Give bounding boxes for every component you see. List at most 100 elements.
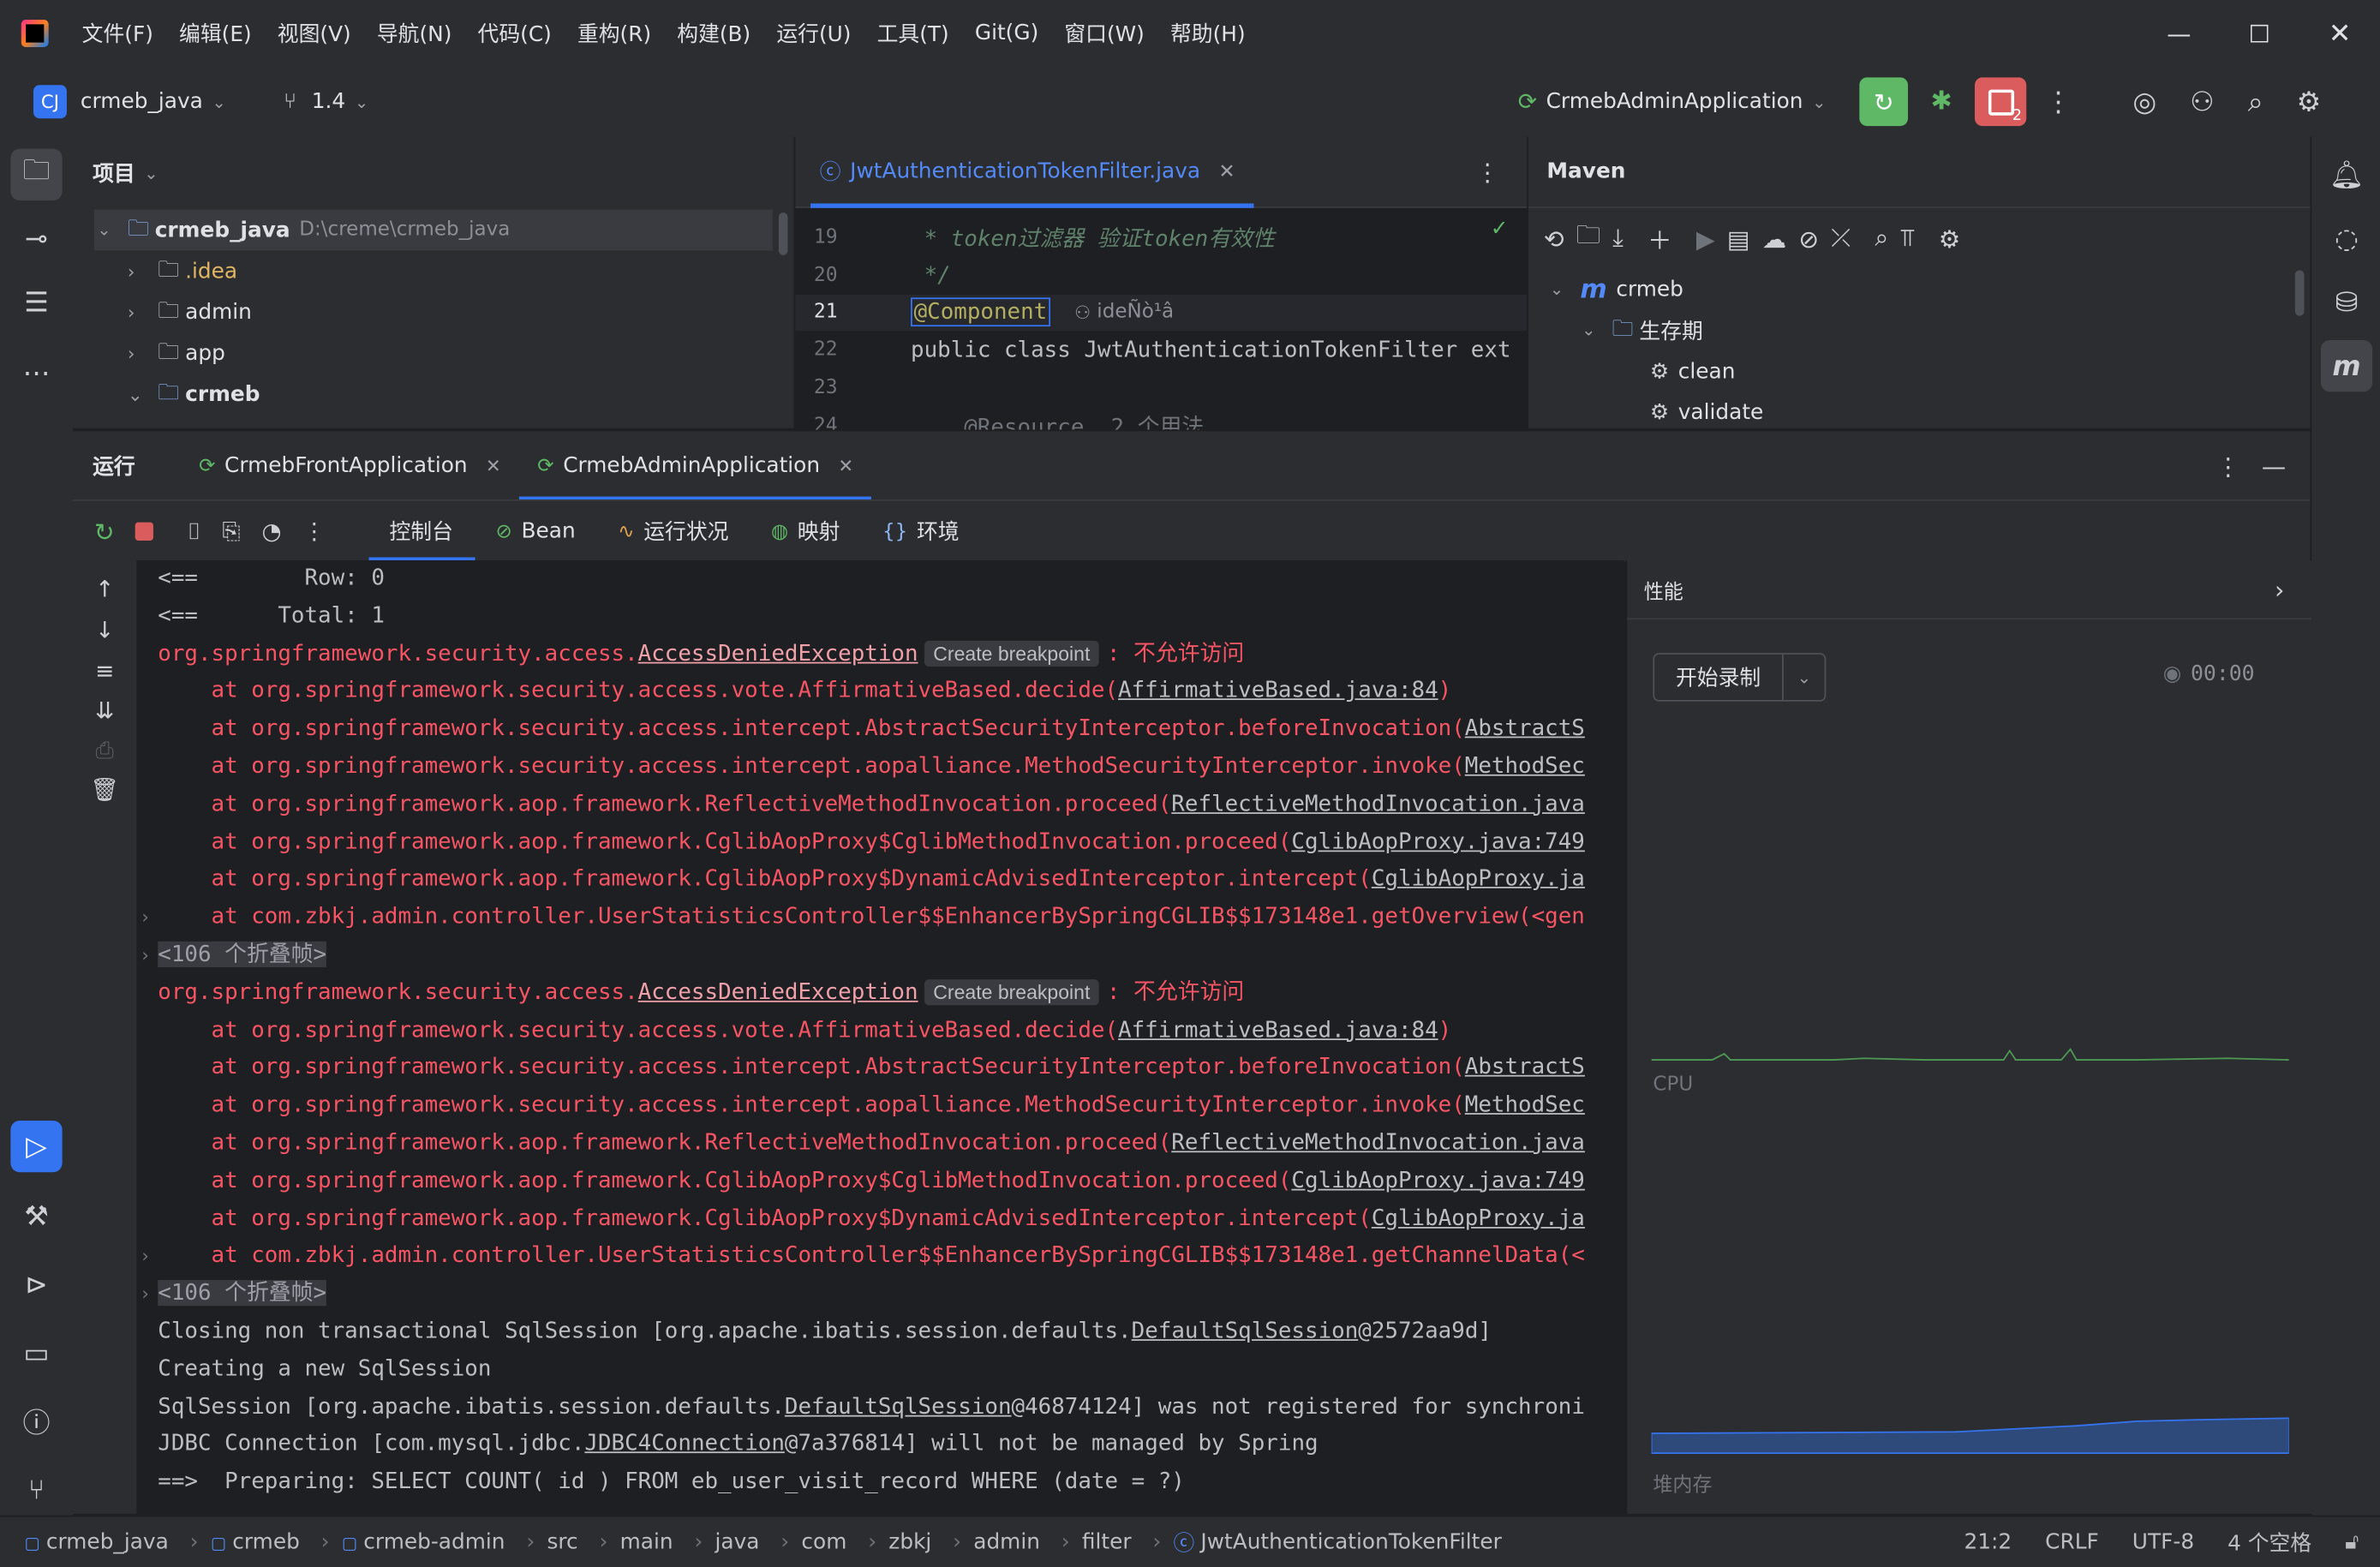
maven-goal[interactable]: ⚙ clean [1528,350,2310,392]
project-switcher[interactable]: CJ crmeb_java ⌄ [33,85,226,119]
hide-panel-icon[interactable]: — [2262,452,2286,481]
scrollbar[interactable] [778,212,788,255]
code-line[interactable]: 20 */ [795,256,1527,294]
run-config-selector[interactable]: ⟳ CrmebAdminApplication ⌄ [1518,88,1827,116]
run-subtab[interactable]: ⊘ Bean [475,501,597,562]
tree-item[interactable]: › 🗀 admin [73,291,794,332]
chevron-right-icon[interactable]: › [2275,575,2284,604]
source-link[interactable]: ReflectiveMethodInvocation.java [1171,1130,1585,1156]
tree-item[interactable]: ⌄ 🗀 crmeb [73,374,794,415]
source-link[interactable]: ReflectiveMethodInvocation.java [1171,791,1585,816]
down-arrow-icon[interactable]: ↓ [73,617,136,644]
more-icon[interactable]: ⋮ [2216,452,2240,481]
source-link[interactable]: AffirmativeBased.java:84 [1118,1017,1438,1043]
source-link[interactable]: CglibAopProxy.java:749 [1291,828,1584,854]
caret-position[interactable]: 21:2 [1964,1530,2012,1554]
reload-icon[interactable]: ⟲ [1544,224,1564,253]
execute-goal-icon[interactable]: ▤ [1727,224,1750,253]
chevron-right-icon[interactable]: › [140,1276,151,1313]
chevron-right-icon[interactable]: › [128,260,158,282]
chevron-right-icon[interactable]: › [128,302,158,323]
project-folder-icon[interactable]: 🗀 [10,148,63,200]
download-icon[interactable]: ⤓ [1612,224,1624,254]
menu-item[interactable]: 窗口(W) [1064,18,1145,48]
reload-folder-icon[interactable]: 🗀 [1576,218,1600,259]
chevron-right-icon[interactable]: › [140,900,151,937]
ai-chat-icon[interactable]: ◌ [2321,212,2372,264]
database-icon[interactable]: ⛁ [2321,277,2372,328]
lock-icon[interactable]: 🔓︎ [2345,1530,2359,1554]
app-logo-icon[interactable] [21,20,49,47]
clear-console-icon[interactable]: 🗑︎ [73,776,136,804]
run-subtab[interactable]: ∿ 运行状况 [596,501,750,562]
add-user-icon[interactable]: ⚇ [2190,86,2215,117]
indent-setting[interactable]: 4 个空格 [2228,1528,2311,1558]
scroll-to-end-icon[interactable]: ⇊ [73,697,136,724]
rerun-icon[interactable]: ↻ [94,517,115,546]
breadcrumb-item[interactable]: crmeb_java [46,1530,169,1554]
chevron-down-icon[interactable]: ⌄ [1582,320,1612,340]
maven-root[interactable]: ⌄ m crmeb [1528,269,2310,310]
run-subtab[interactable]: 控制台 [368,501,475,562]
source-link[interactable]: AbstractS [1465,715,1585,741]
breadcrumb-item[interactable]: crmeb [232,1530,300,1554]
chevron-right-icon[interactable]: › [140,936,151,974]
code-line[interactable]: 19 * token过滤器 验证token有效性 [795,218,1527,256]
up-arrow-icon[interactable]: ↑ [73,576,136,603]
soft-wrap-icon[interactable]: ≡ [73,657,136,685]
run-tool-icon[interactable]: ▷ [10,1120,63,1173]
settings-icon[interactable]: ⚙ [2297,86,2322,117]
maximize-button[interactable]: ☐ [2219,19,2299,48]
editor-tab[interactable]: ⓒ JwtAuthenticationTokenFilter.java ✕ [810,137,1253,208]
breadcrumb-item[interactable]: filter [1082,1530,1132,1554]
menu-item[interactable]: 构建(B) [677,18,750,48]
menu-item[interactable]: 导航(N) [377,18,452,48]
exception-link[interactable]: AccessDeniedException [638,979,918,1005]
menu-item[interactable]: Git(G) [975,21,1038,45]
print-icon[interactable]: ⎙ [73,737,136,764]
source-link[interactable]: CglibAopProxy.ja [1372,1205,1585,1230]
close-tab-icon[interactable]: ✕ [486,456,501,477]
more-actions-icon[interactable]: ⋮ [2045,86,2072,117]
menu-item[interactable]: 重构(R) [577,18,651,48]
source-link[interactable]: CglibAopProxy.ja [1372,866,1585,892]
menu-item[interactable]: 运行(U) [776,18,851,48]
maven-settings-icon[interactable]: ⚙ [1939,224,1960,253]
chevron-down-icon[interactable]: ⌄ [128,384,158,405]
menu-item[interactable]: 文件(F) [82,18,153,48]
terminal-icon[interactable]: ▭ [10,1327,62,1379]
code-line[interactable]: 21 @Component ⚇ ideÑò¹â [795,294,1528,332]
start-recording-button[interactable]: 开始录制 ⌄ [1653,653,1827,702]
run-subtab[interactable]: ◍ 映射 [750,501,861,562]
class-link[interactable]: DefaultSqlSession [785,1393,1012,1419]
menu-item[interactable]: 工具(T) [877,18,949,48]
commit-icon[interactable]: ⊸ [10,212,62,264]
tree-item[interactable]: › 🗀 .idea [73,250,794,291]
menu-item[interactable]: 帮助(H) [1170,18,1246,48]
stop-button[interactable]: 2 [1975,77,2027,127]
menu-item[interactable]: 编辑(E) [179,18,252,48]
chevron-down-icon[interactable]: ⌄ [1784,667,1825,687]
git-icon[interactable]: ⑂ [10,1463,62,1515]
tree-root[interactable]: ⌄ 🗀 crmeb_java D:\creme\crmeb_java [93,209,773,251]
problems-icon[interactable]: ⓘ [10,1396,62,1447]
class-link[interactable]: JDBC4Connection [584,1431,785,1456]
minimize-button[interactable]: — [2138,19,2219,48]
notifications-icon[interactable]: 🔔︎ [2321,149,2372,200]
close-tab-icon[interactable]: ✕ [1218,160,1235,183]
breadcrumb-item[interactable]: zbkj [888,1530,931,1554]
breadcrumb-item[interactable]: admin [973,1530,1040,1554]
source-link[interactable]: MethodSec [1465,1092,1585,1118]
more-tools-icon[interactable]: … [10,340,62,392]
run-tab[interactable]: ⟳ CrmebFrontApplication ✕ [181,431,519,501]
maven-lifecycle[interactable]: ⌄ 🗀 生存期 [1528,310,2310,351]
close-tab-icon[interactable]: ✕ [838,456,853,477]
ai-assistant-icon[interactable]: ◎ [2132,86,2156,117]
source-link[interactable]: MethodSec [1465,753,1585,779]
breadcrumb-item[interactable]: src [547,1530,577,1554]
analyze-icon[interactable]: ⌕ [1875,224,1888,254]
restore-layout-icon[interactable]: ⎘ [222,517,240,545]
chevron-down-icon[interactable]: ⌄ [144,164,158,183]
tree-item[interactable]: › 🗀 app [73,332,794,374]
run-subtab[interactable]: {} 环境 [861,501,980,562]
